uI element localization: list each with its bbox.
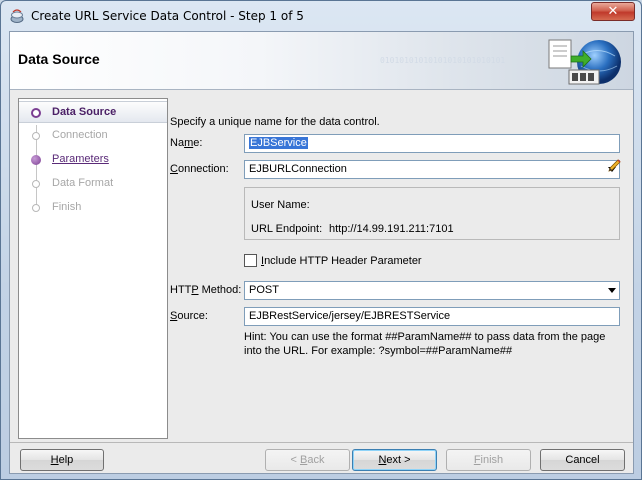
help-button[interactable]: Help <box>20 449 104 471</box>
nav-step-label: Parameters <box>52 153 109 165</box>
current-step-icon <box>31 108 41 118</box>
edit-connection-pencil-icon[interactable] <box>606 158 622 174</box>
close-icon: ✕ <box>607 4 619 19</box>
chevron-down-icon <box>608 288 616 293</box>
source-field[interactable]: EJBRestService/jersey/EJBRESTService <box>244 307 620 326</box>
connection-info-panel: User Name: URL Endpoint: http://14.99.19… <box>244 187 620 240</box>
form-instructions: Specify a unique name for the data contr… <box>170 116 380 128</box>
title-bar[interactable]: Create URL Service Data Control - Step 1… <box>1 1 641 31</box>
http-method-label: HTTP Method: <box>170 284 242 296</box>
name-field-value: EJBService <box>249 137 308 149</box>
nav-step-connection: Connection <box>19 125 167 147</box>
app-cup-icon <box>10 9 24 23</box>
wizard-step-navigator: Data Source Connection Parameters Data F… <box>18 98 168 439</box>
available-step-icon <box>31 155 41 165</box>
pending-step-icon <box>32 180 40 188</box>
url-endpoint-label: URL Endpoint: <box>251 223 323 235</box>
finish-button[interactable]: Finish <box>446 449 531 471</box>
cancel-button[interactable]: Cancel <box>540 449 625 471</box>
wizard-header: Data Source 01010101010101010101010101 <box>10 32 633 90</box>
http-method-value: POST <box>249 284 279 296</box>
window-title: Create URL Service Data Control - Step 1… <box>31 9 304 23</box>
data-control-globe-icon <box>548 39 621 85</box>
nav-step-data-source[interactable]: Data Source <box>19 101 167 123</box>
url-endpoint-value: http://14.99.191.211:7101 <box>329 223 454 235</box>
source-label: Source: <box>170 310 208 322</box>
dialog-window: Create URL Service Data Control - Step 1… <box>0 0 642 480</box>
name-label: Name: <box>170 137 203 149</box>
http-method-dropdown[interactable]: POST <box>244 281 620 300</box>
nav-step-label: Data Format <box>52 177 114 189</box>
close-button[interactable]: ✕ <box>591 2 635 21</box>
name-field[interactable]: EJBService <box>244 134 620 153</box>
include-http-header-label[interactable]: Include HTTP Header Parameter <box>261 255 422 267</box>
page-title: Data Source <box>18 51 100 67</box>
nav-step-parameters[interactable]: Parameters <box>19 149 167 171</box>
nav-step-label: Data Source <box>52 106 117 118</box>
connection-dropdown[interactable]: EJBURLConnection <box>244 160 620 179</box>
include-http-header-checkbox[interactable] <box>244 254 257 267</box>
nav-step-label: Finish <box>52 201 82 213</box>
nav-step-finish: Finish <box>19 197 167 219</box>
connection-value: EJBURLConnection <box>249 163 347 175</box>
connection-label: Connection: <box>170 163 229 175</box>
user-name-label: User Name: <box>251 199 310 211</box>
pending-step-icon <box>32 132 40 140</box>
button-bar-divider <box>10 442 633 443</box>
data-source-form: Specify a unique name for the data contr… <box>170 98 630 439</box>
header-binary-decoration: 01010101010101010101010101 <box>380 56 506 65</box>
source-field-value: EJBRestService/jersey/EJBRESTService <box>249 310 451 322</box>
source-hint-text: Hint: You can use the format ##ParamName… <box>244 331 606 357</box>
nav-step-label: Connection <box>52 129 108 141</box>
dialog-client-area: Data Source 01010101010101010101010101 D… <box>9 31 634 474</box>
back-button[interactable]: < Back <box>265 449 350 471</box>
next-button[interactable]: Next > <box>352 449 437 471</box>
pending-step-icon <box>32 204 40 212</box>
nav-step-data-format: Data Format <box>19 173 167 195</box>
